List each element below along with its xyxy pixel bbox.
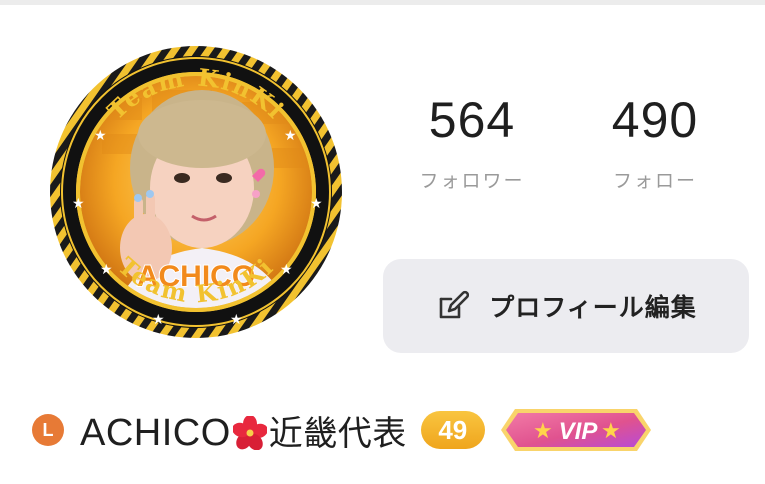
vip-label: VIP: [558, 418, 598, 445]
level-l-icon: L: [32, 414, 64, 446]
svg-text:★: ★: [72, 196, 85, 212]
profile-avatar[interactable]: ACHICO Team KinKi Team KinKi ★ ★ ★ ★ ★ ★ ★ ★: [42, 38, 350, 346]
profile-name-row: L ACHICO 近畿代表 49 ★ ★ VIP: [32, 400, 655, 460]
edit-profile-label: プロフィール編集: [489, 293, 697, 322]
star-icon: ★: [601, 419, 621, 444]
followers-label: フォロワー: [419, 170, 525, 192]
svg-text:★: ★: [152, 312, 165, 328]
svg-text:★: ★: [230, 312, 243, 328]
svg-text:★: ★: [280, 262, 293, 278]
followers-stat[interactable]: 564 フォロワー: [387, 90, 557, 193]
svg-text:★: ★: [284, 128, 297, 144]
svg-text:★: ★: [94, 128, 107, 144]
pencil-square-icon: [435, 289, 470, 323]
followers-count: 564: [428, 92, 516, 148]
count-badge: 49: [420, 411, 485, 449]
star-icon: ★: [533, 419, 553, 444]
hibiscus-icon: [231, 414, 268, 450]
following-label: フォロー: [612, 170, 697, 192]
edit-profile-button[interactable]: プロフィール編集: [383, 259, 749, 353]
top-divider: [0, 0, 765, 5]
username: ACHICO 近畿代表: [80, 406, 407, 455]
svg-text:★: ★: [310, 196, 323, 212]
following-count: 490: [611, 92, 699, 148]
username-text: ACHICO: [80, 411, 231, 454]
name-suffix: 近畿代表: [268, 413, 407, 454]
following-stat[interactable]: 490 フォロー: [570, 90, 740, 193]
vip-badge[interactable]: ★ ★ VIP: [497, 405, 655, 455]
svg-text:★: ★: [100, 262, 113, 278]
